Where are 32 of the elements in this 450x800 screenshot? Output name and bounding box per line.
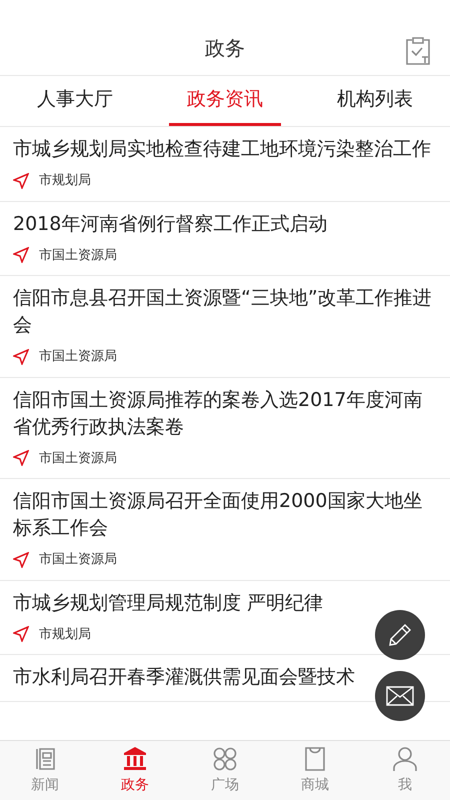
page-title: 政务: [205, 34, 245, 62]
article-source: 市国土资源局: [39, 348, 117, 366]
message-button[interactable]: [375, 671, 425, 721]
clipboard-check-icon[interactable]: [404, 36, 432, 66]
location-arrow-icon: [13, 626, 29, 642]
tab[interactable]: 人事大厅: [19, 76, 131, 126]
bank-icon: [121, 745, 149, 773]
article-title[interactable]: 市城乡规划局实地检查待建工地环境污染整治工作: [13, 136, 437, 163]
article-title[interactable]: 市城乡规划管理局规范制度 严明纪律: [13, 590, 437, 616]
edit-button[interactable]: [375, 610, 425, 660]
envelope-icon: [386, 686, 414, 706]
location-arrow-icon: [13, 247, 29, 264]
tab[interactable]: 政务资讯: [169, 76, 281, 126]
article-title[interactable]: 信阳市国土资源局召开全面使用2000国家大地坐标系工作会: [13, 488, 437, 542]
user-icon: [391, 745, 419, 773]
location-arrow-icon: [13, 172, 29, 189]
location-arrow-icon: [13, 450, 29, 466]
location-arrow-icon: [13, 552, 29, 568]
pencil-icon: [387, 622, 413, 648]
article-title[interactable]: 2018年河南省例行督察工作正式启动: [13, 210, 437, 238]
tab[interactable]: 机构列表: [319, 76, 431, 126]
article-source: 市规划局: [39, 626, 91, 644]
article-source: 市国土资源局: [39, 551, 117, 569]
article-source: 市国土资源局: [39, 450, 117, 468]
article-source: 市国土资源局: [39, 246, 117, 264]
location-arrow-icon: [13, 348, 29, 365]
article-title[interactable]: 信阳市息县召开国土资源暨“三块地”改革工作推进会: [13, 285, 437, 339]
article-source: 市规划局: [39, 172, 91, 190]
clover-icon: [211, 745, 239, 773]
article-title[interactable]: 市水利局召开春季灌溉供需见面会暨技术: [13, 664, 437, 691]
nav-tab[interactable]: 政务: [90, 741, 180, 800]
article-title[interactable]: 信阳市国土资源局推荐的案卷入选2017年度河南省优秀行政执法案卷: [13, 386, 437, 440]
